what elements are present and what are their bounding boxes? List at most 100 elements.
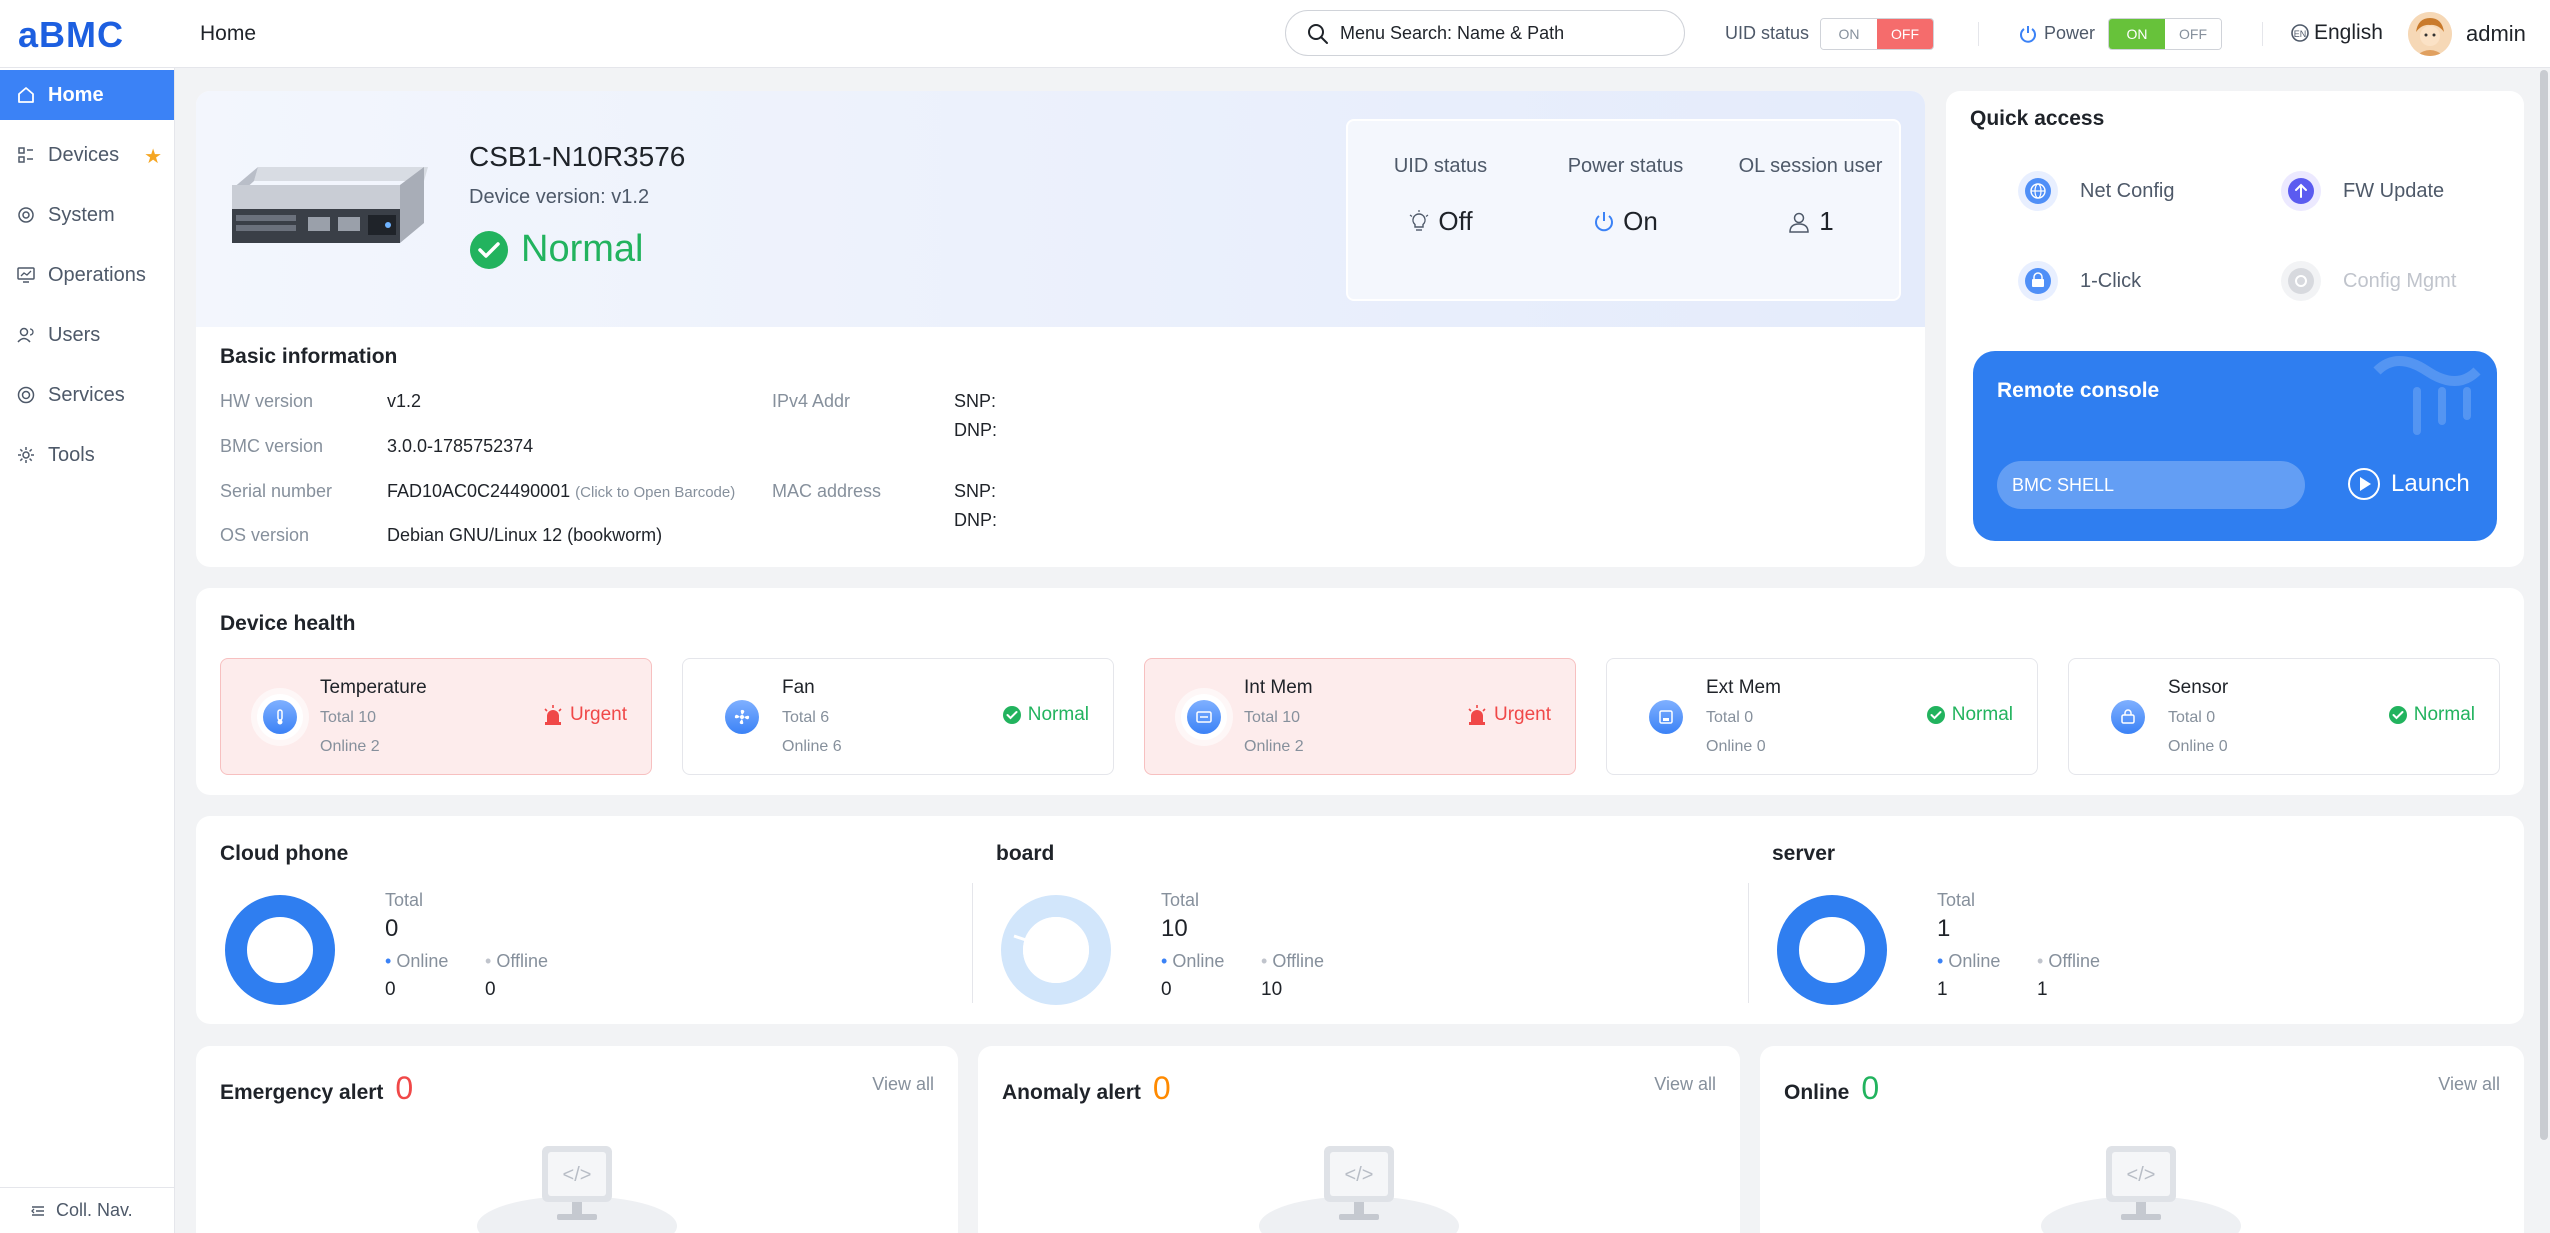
quick-config-mgmt: Config Mgmt	[2281, 261, 2456, 301]
uid-status-label: UID status	[1725, 23, 1810, 43]
uid-status-heading: UID status	[1393, 155, 1488, 177]
offline-value: 1	[2037, 979, 2048, 1000]
quick-net-config[interactable]: Net Config	[2018, 171, 2175, 211]
health-int-mem[interactable]: Int Mem Total 10 Online 2 Urgent	[1144, 658, 1576, 775]
donut-online-ring	[225, 895, 335, 1005]
server-image	[232, 167, 428, 243]
health-fan[interactable]: Fan Total 6 Online 6 Normal	[682, 658, 1114, 775]
health-status-label: Normal	[1951, 704, 2013, 725]
sidebar-item-system[interactable]: System	[0, 190, 174, 240]
power-status-value: On	[1533, 206, 1718, 237]
menu-search[interactable]	[1285, 10, 1685, 56]
dot-icon: •	[1161, 951, 1168, 971]
console-decoration-icon	[2373, 356, 2481, 435]
mac-snp: SNP:	[954, 481, 997, 501]
os-version-label: OS version	[220, 525, 310, 545]
one-click-icon	[2018, 261, 2058, 301]
health-temperature[interactable]: Temperature Total 10 Online 2 Urgent	[220, 658, 652, 775]
health-status-label: Urgent	[1493, 704, 1551, 725]
os-version-value: Debian GNU/Linux 12 (bookworm)	[387, 525, 663, 545]
health-status-label: Normal	[1027, 704, 1089, 725]
quick-access-title: Quick access	[1970, 107, 2105, 130]
online-label: Online	[1172, 951, 1225, 971]
power-on-option[interactable]: ON	[2109, 19, 2165, 49]
device-status-label: Normal	[521, 228, 644, 270]
power-icon	[1595, 211, 1614, 231]
serial-number-text[interactable]: FAD10AC0C24490001	[387, 481, 570, 501]
offline-legend: • Offline	[485, 951, 548, 972]
uid-on-option[interactable]: ON	[1821, 19, 1877, 49]
health-online: Online 2	[1244, 738, 1304, 756]
alert-title: Anomaly alert 0	[1002, 1070, 1171, 1107]
online-label: Online	[1244, 738, 1291, 755]
online-label: Online	[2168, 738, 2215, 755]
power-status-heading: Power status	[1567, 155, 1684, 177]
page-scrollbar[interactable]	[2540, 70, 2548, 1140]
uid-switch[interactable]: ON OFF	[1820, 18, 1934, 50]
health-sensor[interactable]: Sensor Total 0 Online 0 Normal	[2068, 658, 2500, 775]
total-value: 10	[1161, 915, 1188, 942]
sidebar-item-users[interactable]: Users	[0, 310, 174, 360]
view-all-link[interactable]: View all	[1654, 1074, 1716, 1095]
quick-fw-update[interactable]: FW Update	[2281, 171, 2444, 211]
check-circle-icon	[2388, 706, 2407, 724]
power-off-option[interactable]: OFF	[2165, 19, 2221, 49]
avatar[interactable]	[2408, 12, 2452, 56]
sidebar-item-devices[interactable]: Devices ★	[0, 130, 174, 180]
view-all-link[interactable]: View all	[2438, 1074, 2500, 1095]
sidebar-item-label: Devices	[48, 143, 120, 166]
health-name: Fan	[782, 677, 815, 698]
device-version: Device version: v1.2	[469, 186, 650, 208]
barcode-hint[interactable]: (Click to Open Barcode)	[575, 484, 735, 501]
online-legend: • Online	[1937, 951, 2000, 972]
total-label: Total	[1161, 890, 1200, 910]
sidebar-item-operations[interactable]: Operations	[0, 250, 174, 300]
health-ext-mem[interactable]: Ext Mem Total 0 Online 0 Normal	[1606, 658, 2038, 775]
online-label: Online	[782, 738, 829, 755]
power-switch[interactable]: ON OFF	[2108, 18, 2222, 50]
session-heading: OL session user	[1738, 155, 1883, 177]
view-all-link[interactable]: View all	[872, 1074, 934, 1095]
alarm-icon	[1468, 705, 1486, 725]
alert-title-label: Emergency alert	[220, 1081, 384, 1104]
launch-button[interactable]: Launch	[2347, 467, 2470, 501]
sidebar-item-label: Users	[48, 323, 101, 346]
search-input[interactable]	[1340, 19, 1670, 47]
sidebar: Home Devices ★ System Operations Users S…	[0, 68, 175, 1233]
user-icon	[1789, 212, 1810, 233]
alert-title-label: Online	[1784, 1081, 1850, 1104]
power-label: Power	[2044, 23, 2096, 43]
quick-one-click-label: 1-Click	[2080, 269, 2142, 292]
uid-off-option[interactable]: OFF	[1877, 19, 1933, 49]
health-status: Urgent	[542, 704, 627, 726]
shell-select[interactable]	[1997, 461, 2305, 509]
serial-number-value[interactable]: FAD10AC0C24490001 (Click to Open Barcode…	[387, 481, 735, 502]
offline-label: Offline	[496, 951, 549, 971]
online-label: Online	[1706, 738, 1753, 755]
total-label: Total	[782, 709, 816, 726]
sidebar-item-services[interactable]: Services	[0, 370, 174, 420]
basic-info-title: Basic information	[220, 345, 398, 368]
session-count: 1	[1819, 206, 1834, 236]
app-logo[interactable]: aBMC	[18, 14, 124, 56]
quick-one-click[interactable]: 1-Click	[2018, 261, 2141, 301]
sidebar-item-home[interactable]: Home	[0, 70, 174, 120]
power-status-text: On	[1623, 206, 1658, 236]
services-icon	[17, 386, 35, 404]
language-icon: EN	[2291, 24, 2309, 42]
sidebar-item-tools[interactable]: Tools	[0, 430, 174, 480]
launch-label: Launch	[2391, 470, 2470, 497]
donut-online-ring	[1777, 895, 1887, 1005]
health-status-label: Normal	[2413, 704, 2475, 725]
globe-icon	[2018, 171, 2058, 211]
check-circle-icon	[1002, 706, 1021, 724]
collapse-nav-label: Coll. Nav.	[56, 1200, 133, 1220]
health-online: Online 6	[782, 738, 842, 756]
star-icon[interactable]: ★	[144, 144, 162, 169]
memory-icon	[1181, 694, 1227, 740]
user-name[interactable]: admin	[2466, 21, 2526, 47]
svg-text:</>: </>	[563, 1164, 592, 1186]
collapse-nav-button[interactable]: Coll. Nav.	[0, 1187, 174, 1233]
language-selector[interactable]: EN English	[2290, 21, 2383, 45]
online-label: Online	[396, 951, 449, 971]
